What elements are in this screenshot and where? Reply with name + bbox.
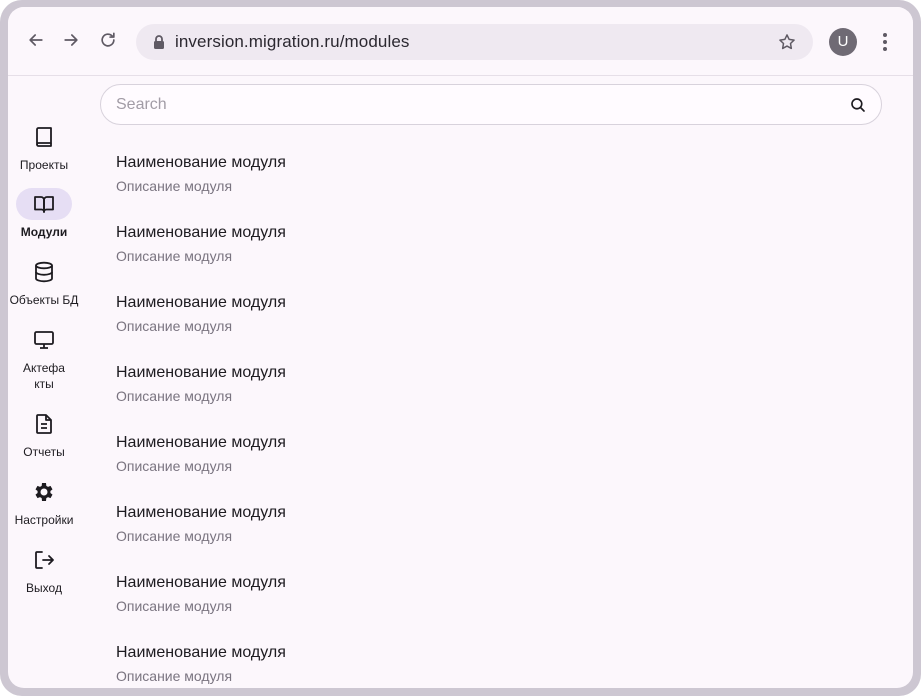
module-title: Наименование модуля <box>116 434 286 451</box>
module-description: Описание модуля <box>116 668 233 684</box>
address-bar[interactable]: inversion.migration.ru/modules <box>136 24 813 60</box>
monitor-icon <box>34 331 54 349</box>
sidebar-item-db-objects[interactable]: Объекты БД <box>8 256 80 308</box>
lock-icon <box>154 35 164 49</box>
sidebar-item-reports[interactable]: Отчеты <box>8 408 80 460</box>
sidebar-item-modules[interactable]: Модули <box>8 188 80 240</box>
star-icon[interactable] <box>777 32 797 52</box>
arrow-right-icon <box>64 34 78 46</box>
reload-icon <box>101 32 115 47</box>
sidebar-item-label: Проекты <box>19 158 69 172</box>
list-item[interactable]: Наименование модуля Описание модуля <box>116 431 876 501</box>
module-description: Описание модуля <box>116 598 233 614</box>
list-item[interactable]: Наименование модуля Описание модуля <box>116 291 876 361</box>
sidebar-item-projects[interactable]: Проекты <box>8 121 80 173</box>
module-description: Описание модуля <box>116 178 233 194</box>
module-title: Наименование модуля <box>116 644 286 661</box>
module-title: Наименование модуля <box>116 224 286 241</box>
list-item[interactable]: Наименование модуля Описание модуля <box>116 151 876 221</box>
device-frame: inversion.migration.ru/modules U Проекты… <box>0 0 921 696</box>
list-item[interactable]: Наименование модуля Описание модуля <box>116 221 876 291</box>
profile-avatar[interactable]: U <box>829 28 857 56</box>
book-icon <box>36 127 52 147</box>
nav-icon-container <box>16 324 72 356</box>
list-item[interactable]: Наименование модуля Описание модуля <box>116 501 876 571</box>
browser-window: inversion.migration.ru/modules U Проекты… <box>8 7 913 688</box>
search-input[interactable] <box>116 85 816 124</box>
module-list: Наименование модуля Описание модуля Наим… <box>116 151 876 688</box>
nav-icon-container <box>16 544 72 576</box>
module-description: Описание модуля <box>116 458 233 474</box>
document-icon <box>36 414 52 434</box>
database-icon <box>35 261 53 283</box>
sidebar-item-settings[interactable]: Настройки <box>8 476 80 528</box>
more-vert-icon[interactable] <box>876 30 894 54</box>
arrow-left-icon <box>29 34 43 46</box>
nav-icon-container <box>16 256 72 288</box>
url-text: inversion.migration.ru/modules <box>175 32 410 51</box>
module-title: Наименование модуля <box>116 294 286 311</box>
module-description: Описание модуля <box>116 528 233 544</box>
sidebar-item-label: Отчеты <box>23 445 65 459</box>
nav-icon-container-active <box>16 188 72 220</box>
sidebar-item-artifacts[interactable]: Актефа кты <box>8 324 80 392</box>
list-item[interactable]: Наименование модуля Описание модуля <box>116 361 876 431</box>
module-title: Наименование модуля <box>116 574 286 591</box>
gear-icon <box>35 483 53 501</box>
sidebar-item-label: Актефа кты <box>23 361 65 391</box>
logout-icon <box>35 551 54 569</box>
browser-toolbar: inversion.migration.ru/modules U <box>8 7 913 76</box>
reload-button[interactable] <box>97 29 119 51</box>
search-bar <box>100 84 882 125</box>
module-description: Описание модуля <box>116 248 233 264</box>
sidebar-item-logout[interactable]: Выход <box>8 544 80 596</box>
module-title: Наименование модуля <box>116 154 286 171</box>
module-title: Наименование модуля <box>116 504 286 521</box>
nav-icon-container <box>16 408 72 440</box>
list-item[interactable]: Наименование модуля Описание модуля <box>116 571 876 641</box>
list-item[interactable]: Наименование модуля Описание модуля <box>116 641 876 688</box>
module-title: Наименование модуля <box>116 364 286 381</box>
sidebar-nav: Проекты Модули Объекты БД Актефа кты Отч <box>8 76 96 688</box>
module-description: Описание модуля <box>116 318 233 334</box>
open-book-icon <box>34 196 54 213</box>
back-button[interactable] <box>25 29 47 51</box>
forward-button[interactable] <box>60 29 82 51</box>
sidebar-item-label: Выход <box>26 581 62 595</box>
sidebar-item-label: Модули <box>20 225 68 239</box>
sidebar-item-label: Объекты БД <box>9 293 79 307</box>
module-description: Описание модуля <box>116 388 233 404</box>
nav-icon-container <box>16 121 72 153</box>
nav-icon-container <box>16 476 72 508</box>
search-icon[interactable] <box>849 96 867 114</box>
sidebar-item-label: Настройки <box>14 513 74 527</box>
